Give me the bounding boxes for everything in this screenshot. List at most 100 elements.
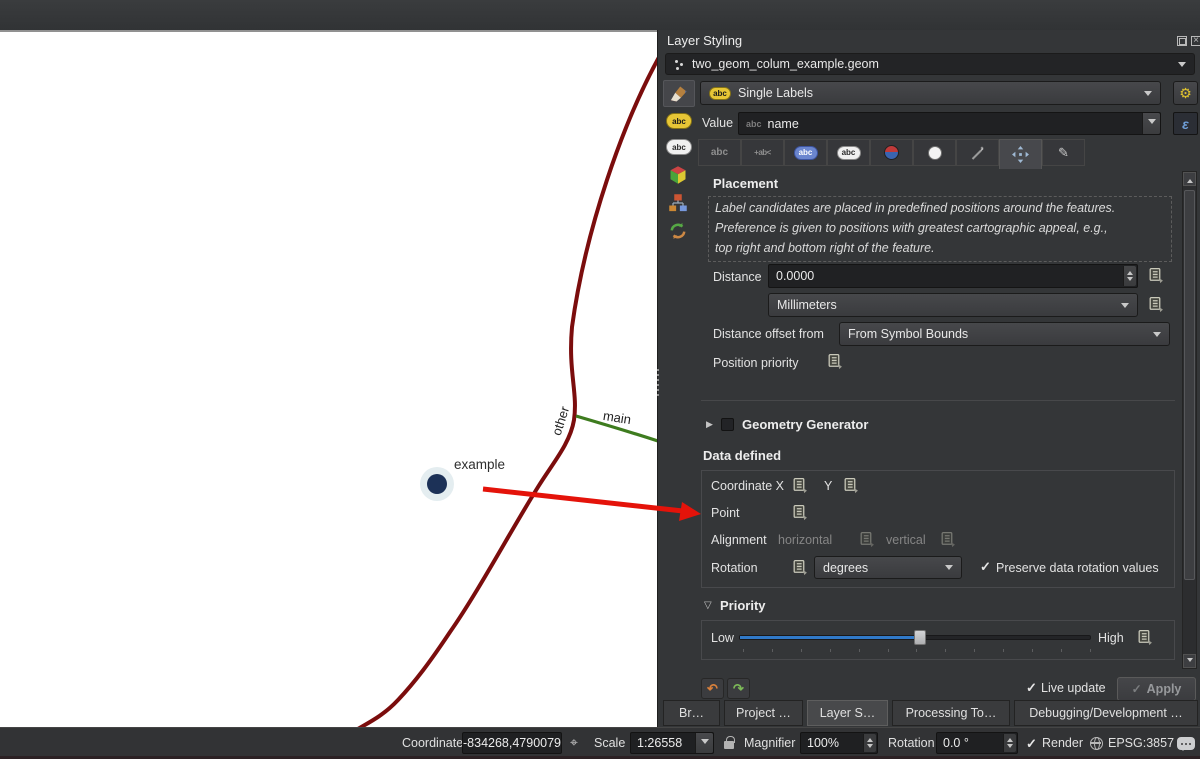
messages-icon[interactable]: [1177, 737, 1195, 750]
lock-scale-icon[interactable]: [724, 741, 734, 749]
map-canvas[interactable]: example other main: [0, 30, 657, 727]
rotation-label: Rotation: [888, 736, 935, 750]
expression-builder-button[interactable]: ε: [1173, 112, 1198, 135]
layer-styling-panel: Layer Styling × two_geom_colum_example.g…: [657, 30, 1200, 727]
data-defined-override-point[interactable]: [791, 504, 808, 521]
map-label-example: example: [454, 457, 505, 472]
priority-slider-handle[interactable]: [914, 630, 926, 645]
scale-dropdown-button[interactable]: [695, 733, 713, 753]
sidebar-item-history[interactable]: [666, 219, 690, 243]
dock-tab-project[interactable]: Project …: [724, 700, 803, 726]
rotation-spin-buttons[interactable]: [1003, 734, 1016, 752]
chevron-down-icon: [1144, 91, 1152, 100]
sidebar-item-3d-view[interactable]: [666, 163, 690, 187]
tab-mask[interactable]: [956, 139, 999, 166]
dock-tab-label: Processing To…: [906, 706, 997, 720]
preserve-rotation-checkbox[interactable]: ✓: [980, 559, 991, 575]
tracking-cursor-icon[interactable]: ⌖: [570, 734, 578, 751]
callouts-tab-icon: [928, 146, 942, 160]
distance-unit-select[interactable]: Millimeters: [768, 293, 1138, 317]
window-top-bar: [0, 0, 1200, 30]
dock-tab-layer-styling[interactable]: Layer S…: [807, 700, 888, 726]
value-field-dropdown[interactable]: [1142, 113, 1160, 134]
data-defined-override-distance[interactable]: [1147, 267, 1164, 284]
tab-rendering[interactable]: ✎: [1042, 139, 1085, 166]
live-update-checkbox[interactable]: ✓: [1026, 680, 1037, 696]
sidebar-item-symbology[interactable]: [663, 80, 695, 107]
tab-formatting[interactable]: +ab<: [741, 139, 784, 166]
data-defined-override-horizontal[interactable]: [858, 531, 875, 548]
close-panel-icon[interactable]: ×: [1191, 36, 1200, 46]
data-defined-override-unit[interactable]: [1147, 296, 1164, 313]
chevron-down-icon: [1178, 62, 1186, 71]
rotation-spinbox[interactable]: 0.0 °: [936, 732, 1018, 754]
spin-down-icon: [1127, 277, 1133, 284]
rotation-unit-select[interactable]: degrees: [814, 556, 962, 579]
chevron-down-icon: [1148, 119, 1156, 128]
chevron-down-icon: [1121, 303, 1129, 312]
distance-spin-buttons[interactable]: [1123, 266, 1136, 286]
geometry-generator-checkbox[interactable]: [721, 418, 734, 431]
chevron-down-icon: [701, 739, 709, 748]
tab-shadow[interactable]: [870, 139, 913, 166]
data-defined-override-position-priority[interactable]: [826, 353, 843, 370]
placement-description-line3: top right and bottom right of the featur…: [715, 241, 935, 255]
rendering-pencil-icon: ✎: [1058, 145, 1069, 161]
data-defined-override-coordinate-x[interactable]: [791, 477, 808, 494]
data-defined-override-priority[interactable]: [1136, 629, 1153, 646]
dock-tab-debugging[interactable]: Debugging/Development …: [1014, 700, 1198, 726]
globe-crs-icon[interactable]: [1090, 737, 1103, 750]
tab-text[interactable]: abc: [698, 139, 741, 166]
distance-spinbox[interactable]: 0.0000: [768, 264, 1138, 288]
undo-icon: ↶: [707, 681, 718, 697]
data-defined-override-coordinate-y[interactable]: [842, 477, 859, 494]
coordinate-x-label: Coordinate X: [711, 479, 784, 493]
collapse-triangle-icon[interactable]: ▽: [704, 600, 712, 611]
coordinate-value: -834268,4790079: [463, 736, 561, 750]
distance-offset-from-label: Distance offset from: [713, 327, 824, 341]
dock-tab-browser[interactable]: Br…: [663, 700, 720, 726]
scale-combobox[interactable]: 1:26558: [630, 732, 714, 754]
sidebar-item-diagrams[interactable]: [666, 191, 690, 215]
apply-button[interactable]: ✓ Apply: [1117, 677, 1196, 701]
sidebar-item-labels[interactable]: abc: [666, 113, 692, 129]
coordinate-input[interactable]: -834268,4790079: [462, 732, 562, 754]
tab-callouts[interactable]: [913, 139, 956, 166]
chevron-down-icon: [945, 565, 953, 574]
spin-up-icon: [1007, 735, 1013, 742]
distance-offset-from-select[interactable]: From Symbol Bounds: [839, 322, 1170, 346]
value-field-select[interactable]: abc name: [738, 112, 1161, 135]
layer-selector[interactable]: two_geom_colum_example.geom: [665, 53, 1195, 75]
panel-splitter-handle[interactable]: [655, 366, 661, 400]
tab-placement[interactable]: [999, 139, 1042, 169]
undo-button[interactable]: ↶: [701, 678, 724, 699]
redo-icon: ↷: [733, 681, 744, 697]
buffer-tab-icon: abc: [794, 146, 818, 160]
expand-triangle-icon[interactable]: ▶: [706, 419, 713, 430]
priority-heading: Priority: [720, 598, 766, 613]
redo-button[interactable]: ↷: [727, 678, 750, 699]
scroll-up-button[interactable]: [1183, 172, 1196, 186]
automated-placement-settings-button[interactable]: ⚙: [1173, 81, 1198, 105]
render-checkbox[interactable]: ✓: [1026, 736, 1037, 752]
tab-buffer[interactable]: abc: [784, 139, 827, 166]
magnifier-value: 100%: [807, 736, 839, 750]
data-defined-override-rotation[interactable]: [791, 559, 808, 576]
rotation-unit-value: degrees: [823, 561, 868, 575]
sidebar-item-masks[interactable]: abc: [666, 139, 692, 155]
magnifier-spinbox[interactable]: 100%: [800, 732, 878, 754]
float-panel-icon[interactable]: [1177, 36, 1187, 46]
tab-background[interactable]: abc: [827, 139, 870, 166]
epsilon-expression-icon: ε: [1182, 116, 1189, 132]
scale-value: 1:26558: [637, 736, 682, 750]
placement-description-line2: Preference is given to positions with gr…: [715, 221, 1108, 235]
magnifier-spin-buttons[interactable]: [863, 734, 876, 752]
scrollbar-handle[interactable]: [1184, 190, 1195, 580]
abc-field-icon: abc: [746, 119, 762, 129]
scroll-down-button[interactable]: [1183, 654, 1196, 668]
label-mode-select[interactable]: abc Single Labels: [700, 81, 1161, 105]
data-defined-override-vertical[interactable]: [939, 531, 956, 548]
panel-scrollbar[interactable]: [1182, 171, 1197, 669]
dock-tab-processing[interactable]: Processing To…: [892, 700, 1010, 726]
priority-low-label: Low: [711, 631, 734, 645]
